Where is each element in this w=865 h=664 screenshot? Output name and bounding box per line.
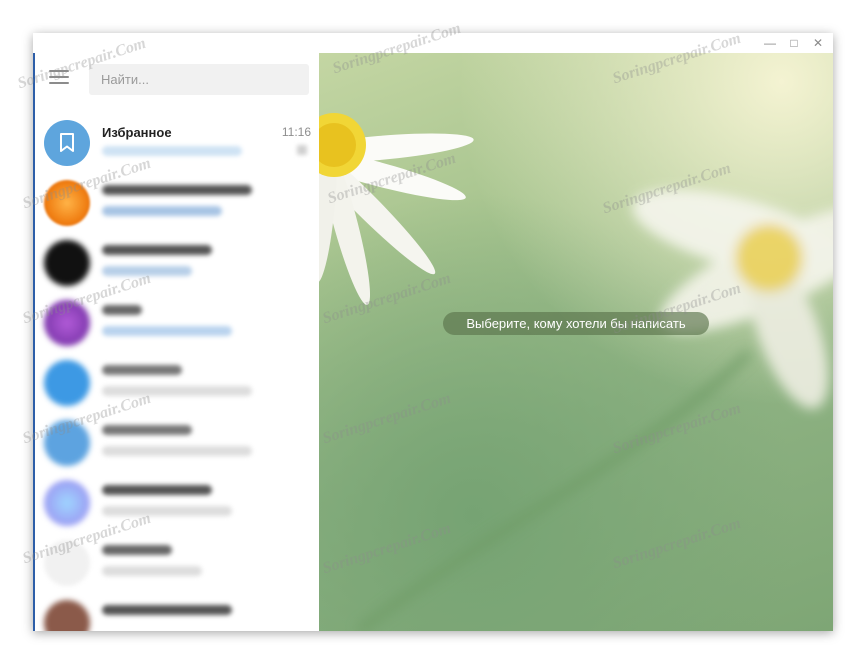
window-controls: — □ ✕ [761,35,827,51]
chat-item-blurred[interactable] [35,593,319,631]
chat-item-blurred[interactable] [35,173,319,233]
chat-item-saved-messages[interactable]: Избранное 11:16 [35,113,319,173]
chat-item-blurred[interactable] [35,293,319,353]
avatar [44,120,90,166]
avatar-blue [44,420,90,466]
search-input[interactable] [89,64,309,95]
avatar-brown [44,600,90,631]
avatar-lavender [44,480,90,526]
sidebar-header [35,53,319,107]
chat-item-blurred[interactable] [35,353,319,413]
chat-preview-blurred [102,146,242,156]
empty-chat-hint: Выберите, кому хотели бы написать [443,312,709,335]
hamburger-menu-icon[interactable] [49,70,69,86]
avatar-blue [44,360,90,406]
sidebar: Избранное 11:16 [33,53,319,631]
chamomile-background [319,113,833,631]
avatar-gmail [44,540,90,586]
chat-item-blurred[interactable] [35,233,319,293]
empty-chat-area: Выберите, кому хотели бы написать [319,53,833,631]
bookmark-icon [60,133,74,152]
telegram-window: — □ ✕ Избранное 11:16 [33,33,833,631]
chat-list: Избранное 11:16 [35,113,319,631]
pin-icon [297,145,307,155]
chat-item-blurred[interactable] [35,473,319,533]
chat-item-blurred[interactable] [35,413,319,473]
close-button[interactable]: ✕ [809,35,827,51]
avatar-purple [44,300,90,346]
chat-name: Избранное [102,125,172,140]
maximize-button[interactable]: □ [785,35,803,51]
avatar-dark [44,240,90,286]
title-bar: — □ ✕ [33,33,833,53]
avatar-orange [44,180,90,226]
chat-time: 11:16 [281,125,311,139]
minimize-button[interactable]: — [761,35,779,51]
chat-item-blurred[interactable] [35,533,319,593]
